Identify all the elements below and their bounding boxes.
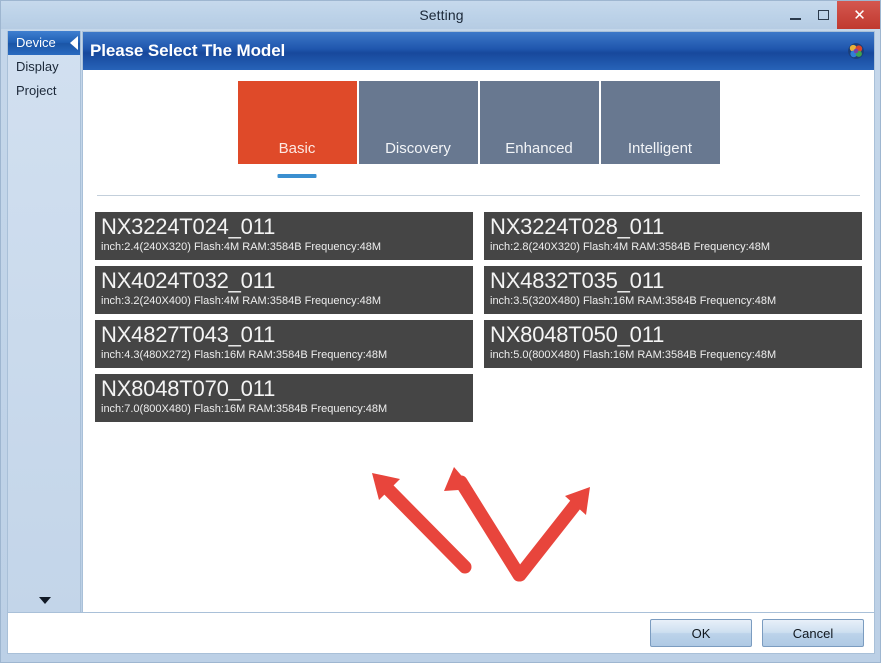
model-spec: inch:5.0(800X480) Flash:16M RAM:3584B Fr… — [490, 349, 777, 361]
model-name: NX3224T028_011 — [490, 214, 665, 239]
tab-label: Basic — [278, 140, 316, 157]
dialog-footer: OK Cancel — [7, 612, 875, 654]
window-controls: ✕ — [781, 1, 880, 29]
model-card[interactable]: NX3224T024_011 inch:2.4(240X320) Flash:4… — [95, 212, 473, 260]
arrow-up-left — [372, 473, 472, 574]
tab-label: Enhanced — [505, 140, 573, 157]
model-card[interactable]: NX8048T070_011 inch:7.0(800X480) Flash:1… — [95, 374, 473, 422]
tab-intelligent[interactable]: Intelligent — [600, 81, 720, 164]
model-spec: inch:7.0(800X480) Flash:16M RAM:3584B Fr… — [101, 403, 388, 415]
sidebar: Device Display Project — [7, 31, 81, 614]
page-title: Please Select The Model — [90, 41, 286, 60]
cancel-button-label: Cancel — [792, 625, 834, 641]
model-spec: inch:4.3(480X272) Flash:16M RAM:3584B Fr… — [101, 349, 388, 361]
model-name: NX3224T024_011 — [101, 214, 276, 239]
minimize-button[interactable] — [781, 1, 809, 29]
model-spec: inch:3.5(320X480) Flash:16M RAM:3584B Fr… — [490, 295, 777, 307]
cancel-button[interactable]: Cancel — [762, 619, 864, 647]
model-card[interactable]: NX4024T032_011 inch:3.2(240X400) Flash:4… — [95, 266, 473, 314]
sidebar-item-label: Device — [16, 35, 56, 50]
panel-header: Please Select The Model — [83, 32, 874, 70]
sidebar-item-project[interactable]: Project — [8, 79, 80, 103]
app-logo-icon — [848, 43, 864, 59]
model-category-tabs: Basic Discovery Enhanced Intelligent — [83, 81, 874, 181]
tab-enhanced[interactable]: Enhanced — [479, 81, 599, 164]
title-bar: Setting ✕ — [1, 1, 880, 29]
model-spec: inch:3.2(240X400) Flash:4M RAM:3584B Fre… — [101, 295, 382, 307]
maximize-button[interactable] — [809, 1, 837, 29]
model-spec: inch:2.4(240X320) Flash:4M RAM:3584B Fre… — [101, 241, 382, 253]
tab-label: Discovery — [385, 140, 451, 157]
model-card[interactable]: NX8048T050_011 inch:5.0(800X480) Flash:1… — [484, 320, 862, 368]
tab-label: Intelligent — [627, 140, 693, 157]
sidebar-item-label: Display — [16, 59, 59, 74]
minimize-icon — [789, 17, 801, 20]
model-card[interactable]: NX4832T035_011 inch:3.5(320X480) Flash:1… — [484, 266, 862, 314]
model-name: NX8048T050_011 — [490, 322, 665, 347]
model-name: NX4832T035_011 — [490, 268, 665, 293]
close-button[interactable]: ✕ — [837, 1, 880, 29]
model-name: NX4827T043_011 — [101, 322, 276, 347]
sidebar-item-display[interactable]: Display — [8, 55, 80, 79]
maximize-icon — [817, 10, 829, 20]
model-card[interactable]: NX3224T028_011 inch:2.8(240X320) Flash:4… — [484, 212, 862, 260]
tab-basic[interactable]: Basic — [237, 81, 357, 178]
model-card-placeholder — [484, 374, 862, 422]
model-list: NX3224T024_011 inch:2.4(240X320) Flash:4… — [95, 212, 862, 422]
model-name: NX8048T070_011 — [101, 376, 276, 401]
model-spec: inch:2.8(240X320) Flash:4M RAM:3584B Fre… — [490, 241, 771, 253]
ok-button[interactable]: OK — [650, 619, 752, 647]
model-name: NX4024T032_011 — [101, 268, 276, 293]
arrow-up-right — [513, 487, 590, 582]
close-icon: ✕ — [853, 7, 866, 24]
tab-discovery[interactable]: Discovery — [358, 81, 478, 164]
active-tab-underline — [277, 174, 317, 178]
model-card[interactable]: NX4827T043_011 inch:4.3(480X272) Flash:1… — [95, 320, 473, 368]
main-panel: Please Select The Model Basic Discovery … — [82, 31, 875, 614]
sidebar-scroll-down-button[interactable] — [8, 591, 80, 609]
sidebar-item-device[interactable]: Device — [8, 31, 80, 55]
triangle-down-icon — [39, 597, 51, 604]
chevron-left-icon — [70, 36, 78, 50]
sidebar-item-label: Project — [16, 83, 57, 98]
setting-dialog: Setting ✕ Device Display Project Please … — [0, 0, 881, 663]
window-title: Setting — [419, 7, 464, 23]
arrow-up — [444, 467, 526, 582]
ok-button-label: OK — [691, 625, 711, 641]
section-divider — [97, 195, 860, 196]
